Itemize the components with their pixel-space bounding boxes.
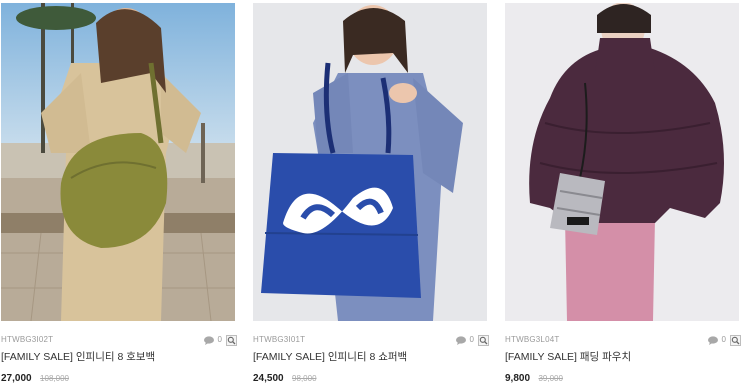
product-name[interactable]: [FAMILY SALE] 인피니티 8 호보백 (1, 351, 155, 364)
product-code: HTWBG3I01T (253, 335, 306, 344)
product-image[interactable] (253, 3, 487, 321)
product-actions: 0 (203, 334, 237, 346)
product-card: HTWBG3I01T 0 [FAMILY SALE] 인피니티 8 쇼퍼백 24… (253, 0, 489, 387)
comment-icon[interactable] (707, 335, 718, 345)
product-name[interactable]: [FAMILY SALE] 인피니티 8 쇼퍼백 (253, 351, 407, 364)
product-name[interactable]: [FAMILY SALE] 패딩 파우치 (505, 351, 631, 364)
product-actions: 0 (707, 334, 741, 346)
price-row: 9,800 39,000 (505, 371, 563, 385)
product-image[interactable] (1, 3, 235, 321)
sale-price: 27,000 (1, 373, 32, 384)
zoom-icon[interactable] (226, 334, 237, 346)
comment-icon[interactable] (455, 335, 466, 345)
product-meta: HTWBG3I02T 0 (1, 334, 237, 346)
product-photo-hobo-bag (1, 3, 235, 321)
comment-count: 0 (721, 335, 726, 344)
zoom-icon[interactable] (478, 334, 489, 346)
product-card: HTWBG3I02T 0 [FAMILY SALE] 인피니티 8 호보백 27… (1, 0, 237, 387)
product-code: HTWBG3I02T (1, 335, 54, 344)
sale-price: 9,800 (505, 373, 531, 384)
product-code: HTWBG3L04T (505, 335, 560, 344)
product-grid: HTWBG3I02T 0 [FAMILY SALE] 인피니티 8 호보백 27… (0, 0, 743, 387)
comment-count: 0 (217, 335, 222, 344)
zoom-icon[interactable] (730, 334, 741, 346)
price-row: 24,500 98,000 (253, 371, 317, 385)
sale-price: 24,500 (253, 373, 284, 384)
price-row: 27,000 108,000 (1, 371, 69, 385)
original-price: 108,000 (40, 374, 69, 383)
original-price: 39,000 (538, 374, 563, 383)
product-image[interactable] (505, 3, 739, 321)
product-photo-shopper-bag (253, 3, 487, 321)
product-meta: HTWBG3I01T 0 (253, 334, 489, 346)
product-photo-padding-pouch (505, 3, 739, 321)
product-actions: 0 (455, 334, 489, 346)
product-card: HTWBG3L04T 0 [FAMILY SALE] 패딩 파우치 9,800 … (505, 0, 741, 387)
product-meta: HTWBG3L04T 0 (505, 334, 741, 346)
comment-icon[interactable] (203, 335, 214, 345)
original-price: 98,000 (292, 374, 317, 383)
comment-count: 0 (469, 335, 474, 344)
